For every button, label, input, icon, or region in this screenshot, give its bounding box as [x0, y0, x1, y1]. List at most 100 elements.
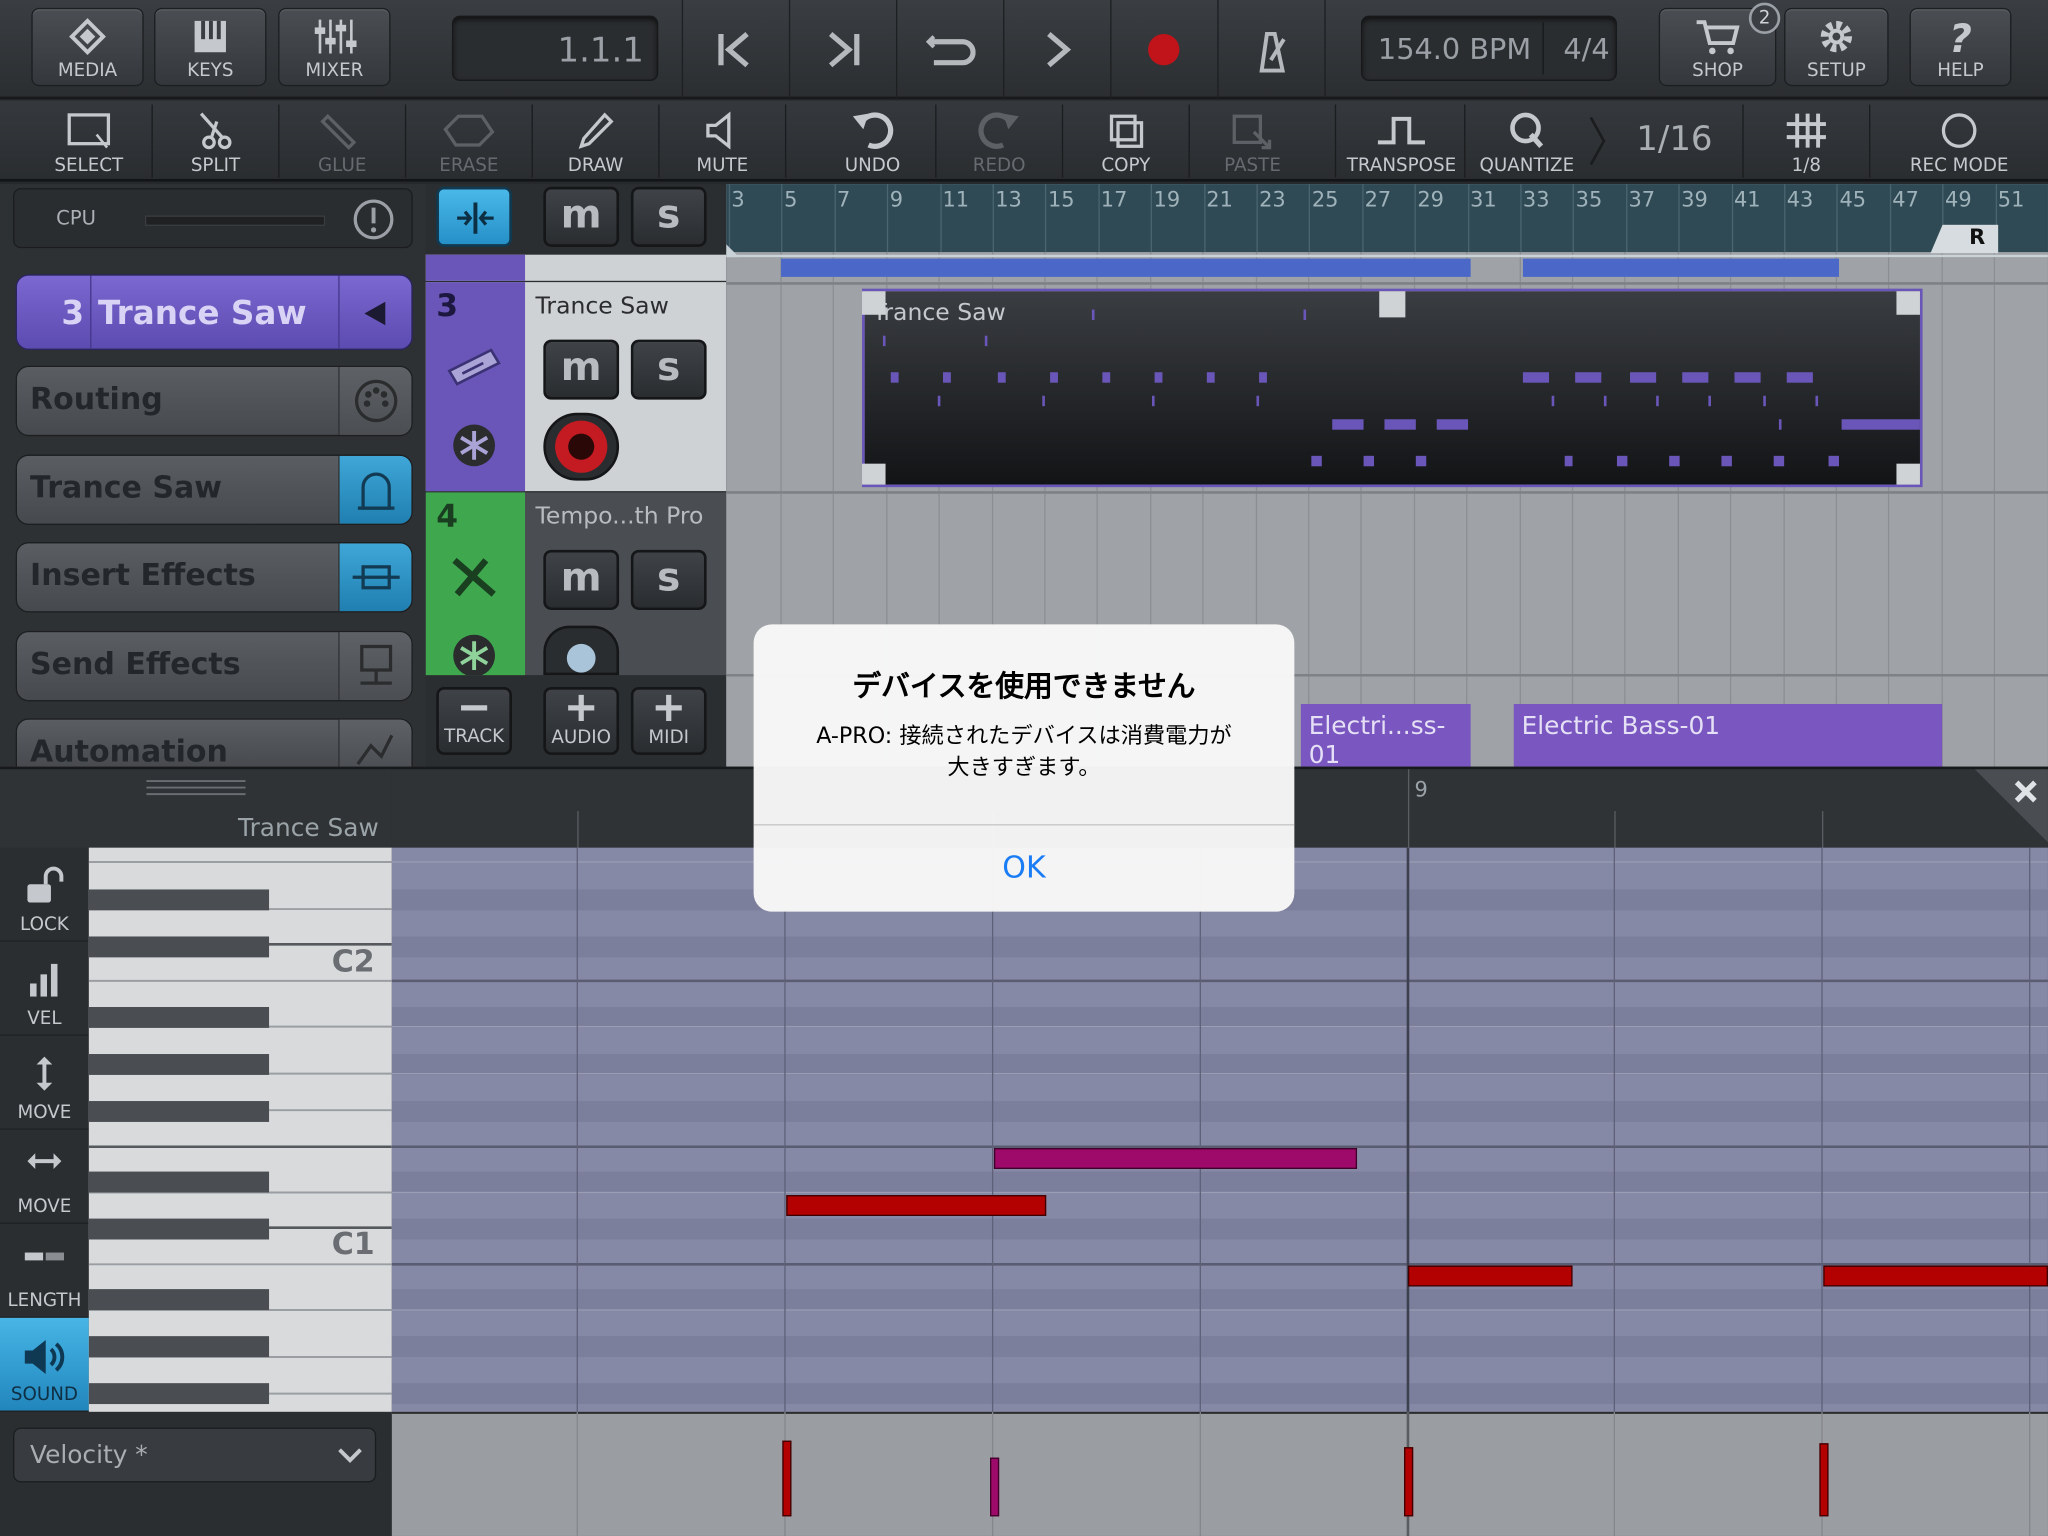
global-solo-button[interactable]: s: [630, 186, 707, 247]
part-resize-handle-mid[interactable]: [1379, 291, 1406, 318]
grid-button[interactable]: 1/8: [1745, 101, 1868, 182]
velocity-bar[interactable]: [1819, 1443, 1829, 1517]
track-record-arm-button[interactable]: [543, 412, 620, 481]
midi-note[interactable]: [993, 1148, 1358, 1169]
transpose-button[interactable]: TRANSPOSE: [1340, 101, 1463, 182]
track-row-partial: [425, 254, 727, 281]
midi-note[interactable]: [1823, 1265, 2048, 1287]
part-resize-handle-bl[interactable]: [862, 463, 886, 485]
remove-track-label: TRACK: [444, 726, 505, 748]
part-resize-handle-right[interactable]: [1896, 291, 1920, 315]
erase-tool[interactable]: ERASE: [406, 101, 531, 182]
quantize-value[interactable]: 1/16: [1609, 120, 1740, 167]
eraser-icon: [443, 114, 495, 147]
send-effects-item[interactable]: Send Effects: [15, 630, 413, 702]
track-row-4[interactable]: 4 Tempo...th Pro m s: [425, 492, 727, 676]
grid-label: 1/8: [1791, 155, 1822, 177]
velocity-tool[interactable]: VEL: [0, 942, 89, 1036]
skip-end-button[interactable]: [789, 0, 896, 99]
metronome-button[interactable]: [1217, 0, 1324, 99]
velocity-lane[interactable]: [391, 1409, 2048, 1536]
setup-button[interactable]: SETUP: [1784, 7, 1889, 87]
velocity-bar[interactable]: [1404, 1447, 1414, 1517]
midi-note[interactable]: [1407, 1265, 1573, 1287]
track-mute-button-4[interactable]: m: [543, 549, 620, 610]
midi-part-trance-saw[interactable]: Trance Saw: [862, 288, 1923, 488]
select-tool[interactable]: SELECT: [26, 101, 151, 182]
automation-item[interactable]: Automation: [15, 718, 413, 771]
midi-note[interactable]: [786, 1195, 1047, 1216]
undo-button[interactable]: UNDO: [810, 101, 935, 182]
routing-icon: [354, 379, 398, 423]
transpose-label: TRANSPOSE: [1346, 155, 1457, 177]
insert-effects-item[interactable]: Insert Effects: [15, 542, 413, 613]
redo-button[interactable]: REDO: [936, 101, 1061, 182]
track-record-arm-button-4[interactable]: [543, 625, 620, 676]
add-midi-label: MIDI: [648, 727, 690, 749]
track-name: Trance Saw: [535, 292, 669, 320]
audio-part-bass-1[interactable]: Electri...ss-01: [1300, 703, 1471, 769]
velocity-bar[interactable]: [782, 1440, 792, 1517]
alert-ok-button[interactable]: OK: [754, 825, 1295, 911]
track-edit-toggle[interactable]: [436, 186, 512, 247]
help-button[interactable]: ? HELP: [1909, 7, 2012, 87]
length-tool[interactable]: LENGTH: [0, 1224, 89, 1318]
keys-label: KEYS: [187, 60, 234, 81]
move-horizontal-tool[interactable]: MOVE: [0, 1130, 89, 1224]
keys-button[interactable]: KEYS: [154, 7, 267, 87]
freeze-icon[interactable]: [449, 421, 499, 471]
note-grid[interactable]: [391, 847, 2048, 1412]
draw-tool[interactable]: DRAW: [533, 101, 658, 182]
lock-tool[interactable]: LOCK: [0, 848, 89, 942]
loop-range-bar[interactable]: [781, 258, 1471, 277]
velocity-selector[interactable]: Velocity *: [13, 1427, 377, 1483]
add-midi-track-button[interactable]: MIDI: [630, 687, 707, 755]
position-display[interactable]: 1.1.1: [451, 15, 659, 81]
select-icon: [67, 113, 111, 149]
global-mute-button[interactable]: m: [543, 186, 620, 247]
rewind-start-button[interactable]: [682, 0, 789, 99]
velocity-selector-label: Velocity *: [30, 1440, 148, 1470]
cpu-meter: CPU: [13, 188, 413, 249]
split-tool[interactable]: SPLIT: [153, 101, 278, 182]
quantize-button[interactable]: QUANTIZE: [1465, 101, 1588, 182]
tempo-display[interactable]: 154.0 BPM 4/4: [1360, 15, 1617, 81]
remove-track-button[interactable]: TRACK: [436, 687, 512, 755]
glue-tool[interactable]: GLUE: [280, 101, 405, 182]
velocity-bar[interactable]: [990, 1457, 1000, 1517]
audio-part-bass-2[interactable]: Electric Bass-01: [1513, 703, 1943, 767]
track-solo-button[interactable]: s: [630, 339, 707, 400]
part-resize-handle[interactable]: [862, 291, 886, 315]
move-vertical-tool[interactable]: MOVE: [0, 1036, 89, 1130]
record-button[interactable]: [1110, 0, 1217, 99]
drag-handle-icon[interactable]: [146, 777, 246, 796]
copy-button[interactable]: COPY: [1063, 101, 1188, 182]
rec-mode-button[interactable]: REC MODE: [1894, 101, 2025, 182]
track-solo-button-4[interactable]: s: [630, 549, 707, 610]
add-audio-track-button[interactable]: AUDIO: [543, 687, 620, 755]
instrument-item[interactable]: Trance Saw: [15, 454, 413, 526]
selected-track-header[interactable]: 3 Trance Saw: [15, 274, 413, 351]
loop-button[interactable]: [896, 0, 1003, 99]
ruler-tick-label: 47: [1892, 186, 1919, 212]
part-resize-handle-br[interactable]: [1896, 463, 1920, 485]
freeze-icon-4[interactable]: [449, 631, 499, 676]
loop-range-bar-2[interactable]: [1522, 258, 1839, 277]
selected-track-name: Trance Saw: [97, 293, 307, 332]
tempo-value: 154.0 BPM: [1377, 33, 1532, 67]
track-row-3[interactable]: 3 Trance Saw m s: [425, 282, 727, 492]
piano-keyboard[interactable]: C2 C1: [88, 847, 392, 1412]
collapse-left-icon[interactable]: [362, 299, 388, 328]
media-button[interactable]: MEDIA: [31, 7, 144, 87]
paste-button[interactable]: PASTE: [1190, 101, 1315, 182]
track-mute-button[interactable]: m: [543, 339, 620, 400]
insert-effects-icon: [352, 565, 400, 590]
mixer-button[interactable]: MIXER: [278, 7, 391, 87]
routing-item[interactable]: Routing: [15, 365, 413, 437]
ruler-tick-label: 43: [1786, 186, 1814, 212]
key-label-c1: C1: [331, 1227, 375, 1262]
sound-tool[interactable]: SOUND: [0, 1317, 89, 1412]
close-icon[interactable]: [1974, 769, 2048, 843]
play-button[interactable]: [1003, 0, 1110, 99]
mute-tool[interactable]: MUTE: [660, 101, 785, 182]
